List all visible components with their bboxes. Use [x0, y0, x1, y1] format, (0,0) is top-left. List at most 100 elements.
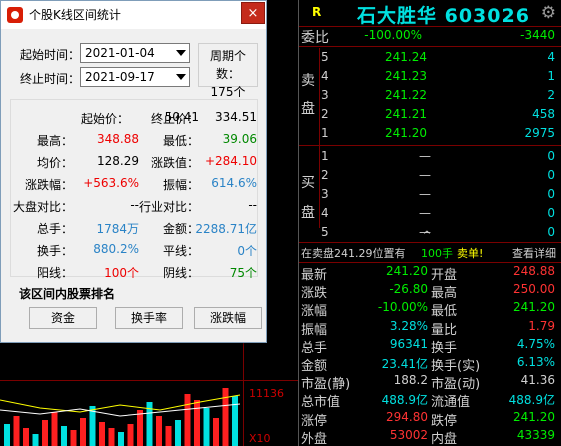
stats-row: 换手： 880.2% 平线： 0个 — [11, 240, 259, 260]
stock-name: 石大胜华 603026 — [357, 5, 530, 27]
high-value: 348.88 — [97, 132, 139, 146]
order-notice-qty: 100手 — [421, 247, 453, 260]
interval-stats-dialog: 个股K线区间统计 × 起始时间： 2021-01-04 终止时间： 2021-0… — [0, 0, 267, 343]
quote-field-value: 1.79 — [528, 318, 555, 333]
quote-field-label: 涨幅 — [301, 304, 328, 320]
axis-label-multiplier: X10 — [249, 432, 271, 445]
quote-field-value: 488.9亿 — [381, 393, 428, 408]
stats-row: 总手： 1784万 金额： 2288.71亿 — [11, 218, 259, 238]
quote-field-label: 跌停 — [431, 413, 458, 429]
buy-volume: 0 — [547, 187, 555, 201]
flat-value: 0个 — [237, 244, 257, 258]
sell-level-row[interactable]: 3 241.22 2 — [299, 86, 561, 106]
rank-by-change-button[interactable]: 涨跌幅 — [194, 307, 262, 329]
buy-level-number: 1 — [321, 149, 329, 163]
quote-header: R 石大胜华 603026 ⚙ — [299, 0, 561, 27]
quote-field-value: 6.13% — [516, 355, 555, 369]
sell-volume: 2 — [547, 88, 555, 102]
down-candles-value: 75个 — [229, 266, 257, 280]
volume-bar — [194, 400, 200, 446]
sell-level-row[interactable]: 4 241.23 1 — [299, 67, 561, 87]
end-date-value: 2021-09-17 — [85, 70, 155, 84]
volume-bar — [213, 418, 219, 446]
sell-volume: 1 — [547, 69, 555, 83]
dialog-titlebar[interactable]: 个股K线区间统计 — [1, 1, 266, 29]
app-logo-icon — [7, 6, 23, 23]
rank-by-funds-button[interactable]: 资金 — [29, 307, 97, 329]
quote-field-label: 最新 — [301, 268, 328, 283]
quote-field-value: 53002 — [389, 427, 428, 442]
quote-field-label: 总手 — [301, 340, 328, 356]
order-notice-suffix: 卖单! — [457, 247, 484, 260]
buy-level-number: 4 — [321, 206, 329, 220]
view-detail-link[interactable]: 查看详细 — [512, 245, 556, 261]
start-date-select[interactable]: 2021-01-04 — [80, 43, 190, 63]
avg-label: 均价： — [36, 156, 73, 170]
rank-by-turnover-button[interactable]: 换手率 — [115, 307, 183, 329]
quote-field-value: 248.88 — [513, 264, 555, 278]
buy-volume: 0 — [547, 206, 555, 220]
sell-price: 241.22 — [385, 88, 427, 102]
quote-field-value: 488.9亿 — [508, 393, 555, 408]
buy-price: — — [419, 225, 431, 239]
change-value: +284.10 — [204, 154, 257, 168]
divider — [299, 145, 561, 146]
sell-level-number: 2 — [321, 107, 329, 121]
sell-price: 241.21 — [385, 107, 427, 121]
close-button[interactable]: × — [241, 2, 265, 24]
stats-row: 最高： 348.88 最低： 39.06 — [11, 130, 259, 150]
buy-volume: 0 — [547, 168, 555, 182]
turnover-value: 880.2% — [93, 242, 139, 256]
quote-field-row: 金额 23.41亿 换手(实) 6.13% — [299, 354, 561, 374]
volume-bar — [203, 408, 210, 446]
turnover-label: 换手： — [36, 244, 73, 258]
volume-bar — [108, 428, 115, 446]
stats-row: 大盘对比： -- 行业对比： -- — [11, 196, 259, 216]
end-date-select[interactable]: 2021-09-17 — [80, 67, 190, 87]
chevron-down-icon — [176, 74, 186, 80]
sell-level-row[interactable]: 2 241.21 458 — [299, 105, 561, 125]
stats-row: 阳线： 100个 阴线： 75个 — [11, 262, 259, 282]
volume-bar — [42, 420, 48, 446]
market-compare-label: 大盘对比： — [12, 200, 73, 214]
axis-label-volume: 11136 — [249, 387, 284, 400]
period-count-box: 周期个数： 175个 — [198, 43, 258, 99]
sell-level-number: 1 — [321, 126, 329, 140]
buy-level-row[interactable]: 5 — 0 — [299, 223, 561, 243]
up-candles-label: 阳线： — [36, 266, 73, 280]
quote-field-value: 4.75% — [516, 336, 555, 351]
quote-field-value: 41.36 — [520, 373, 555, 388]
buy-price: — — [419, 168, 431, 182]
volume-bar — [232, 396, 238, 446]
volume-bar — [23, 428, 29, 446]
quote-field-value: 188.2 — [393, 373, 428, 388]
sell-level-row[interactable]: 1 241.20 2975 — [299, 124, 561, 144]
sell-level-number: 4 — [321, 69, 329, 83]
quote-field-value: 250.00 — [513, 282, 555, 297]
buy-price: — — [419, 206, 431, 220]
sell-level-row[interactable]: 5 241.24 4 — [299, 48, 561, 68]
gear-icon[interactable]: ⚙ — [541, 3, 556, 23]
high-label: 最高： — [36, 134, 73, 148]
quote-field-label: 市盈(动) — [431, 377, 481, 393]
end-price-label: 终止价： — [150, 112, 199, 126]
buy-level-row[interactable]: 1 — 0 — [299, 147, 561, 167]
buy-level-row[interactable]: 2 — 0 — [299, 166, 561, 186]
up-candles-value: 100个 — [104, 266, 139, 280]
volume-label: 总手： — [36, 222, 73, 236]
quote-field-label: 市盈(静) — [301, 377, 351, 393]
avg-value: 128.29 — [97, 154, 139, 168]
buy-volume: 0 — [547, 149, 555, 163]
weibi-label: 委比 — [301, 30, 329, 46]
buy-level-row[interactable]: 4 — 0 — [299, 204, 561, 224]
quote-field-label: 换手(实) — [431, 359, 481, 374]
quote-field-value: -10.00% — [377, 300, 428, 315]
buy-level-row[interactable]: 3 — 0 — [299, 185, 561, 205]
volume-bar — [156, 416, 162, 446]
market-tag: R — [312, 5, 322, 19]
sell-price: 241.23 — [385, 69, 427, 83]
quote-field-row: 外盘 53002 内盘 43339 — [299, 427, 561, 446]
quote-field-label: 涨停 — [301, 413, 328, 429]
quote-field-value: 241.20 — [513, 409, 555, 424]
quote-field-value: 96341 — [389, 336, 428, 351]
